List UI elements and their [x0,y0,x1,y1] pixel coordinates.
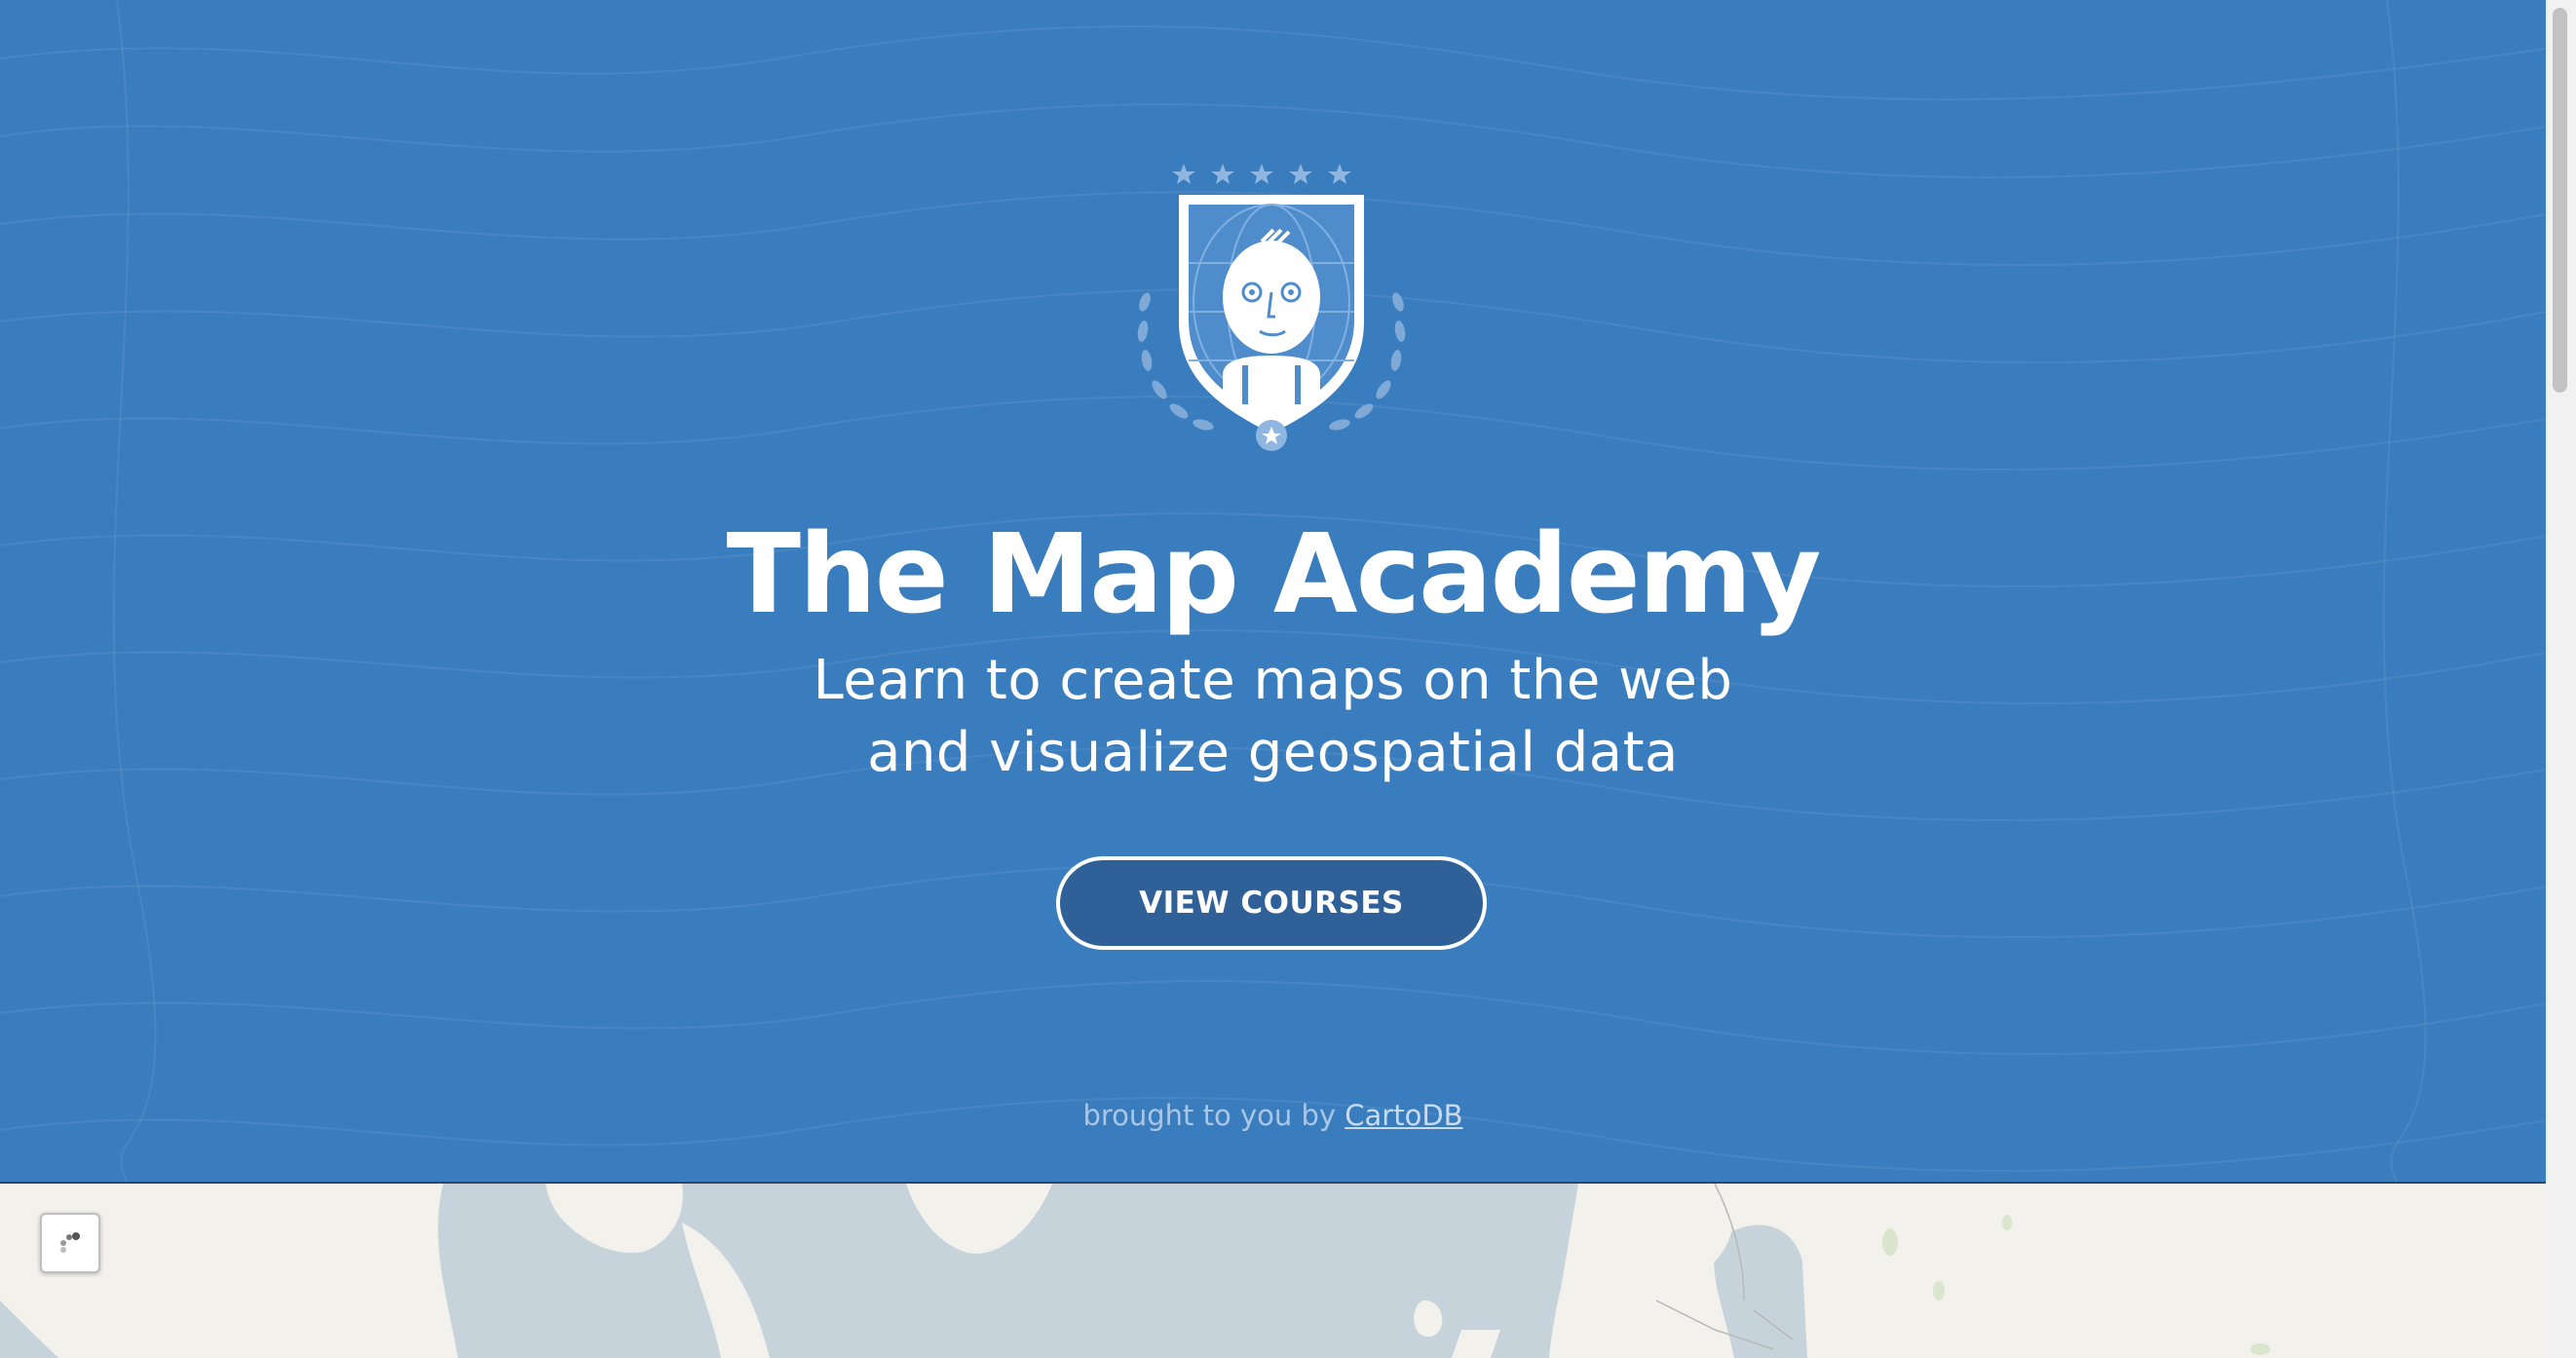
vertical-scrollbar[interactable] [2546,0,2576,1358]
hero-section: The Map Academy Learn to create maps on … [0,0,2546,1182]
page-title: The Map Academy [726,511,1822,638]
layers-icon [60,1232,80,1253]
subtitle-line-2: and visualize geospatial data [867,721,1679,784]
academy-crest-icon [1137,164,1406,451]
map-tiles [0,1184,2270,1358]
view-courses-button[interactable]: VIEW COURSES [1056,856,1487,950]
world-map[interactable] [0,1184,2546,1358]
cartodb-link[interactable]: CartoDB [1345,1099,1462,1132]
map-layers-button[interactable] [40,1213,100,1273]
subtitle-line-1: Learn to create maps on the web [813,649,1733,712]
credit-prefix: brought to you by [1082,1099,1337,1132]
scrollbar-thumb[interactable] [2553,8,2567,393]
credit-line: brought to you by CartoDB [0,1099,2546,1132]
